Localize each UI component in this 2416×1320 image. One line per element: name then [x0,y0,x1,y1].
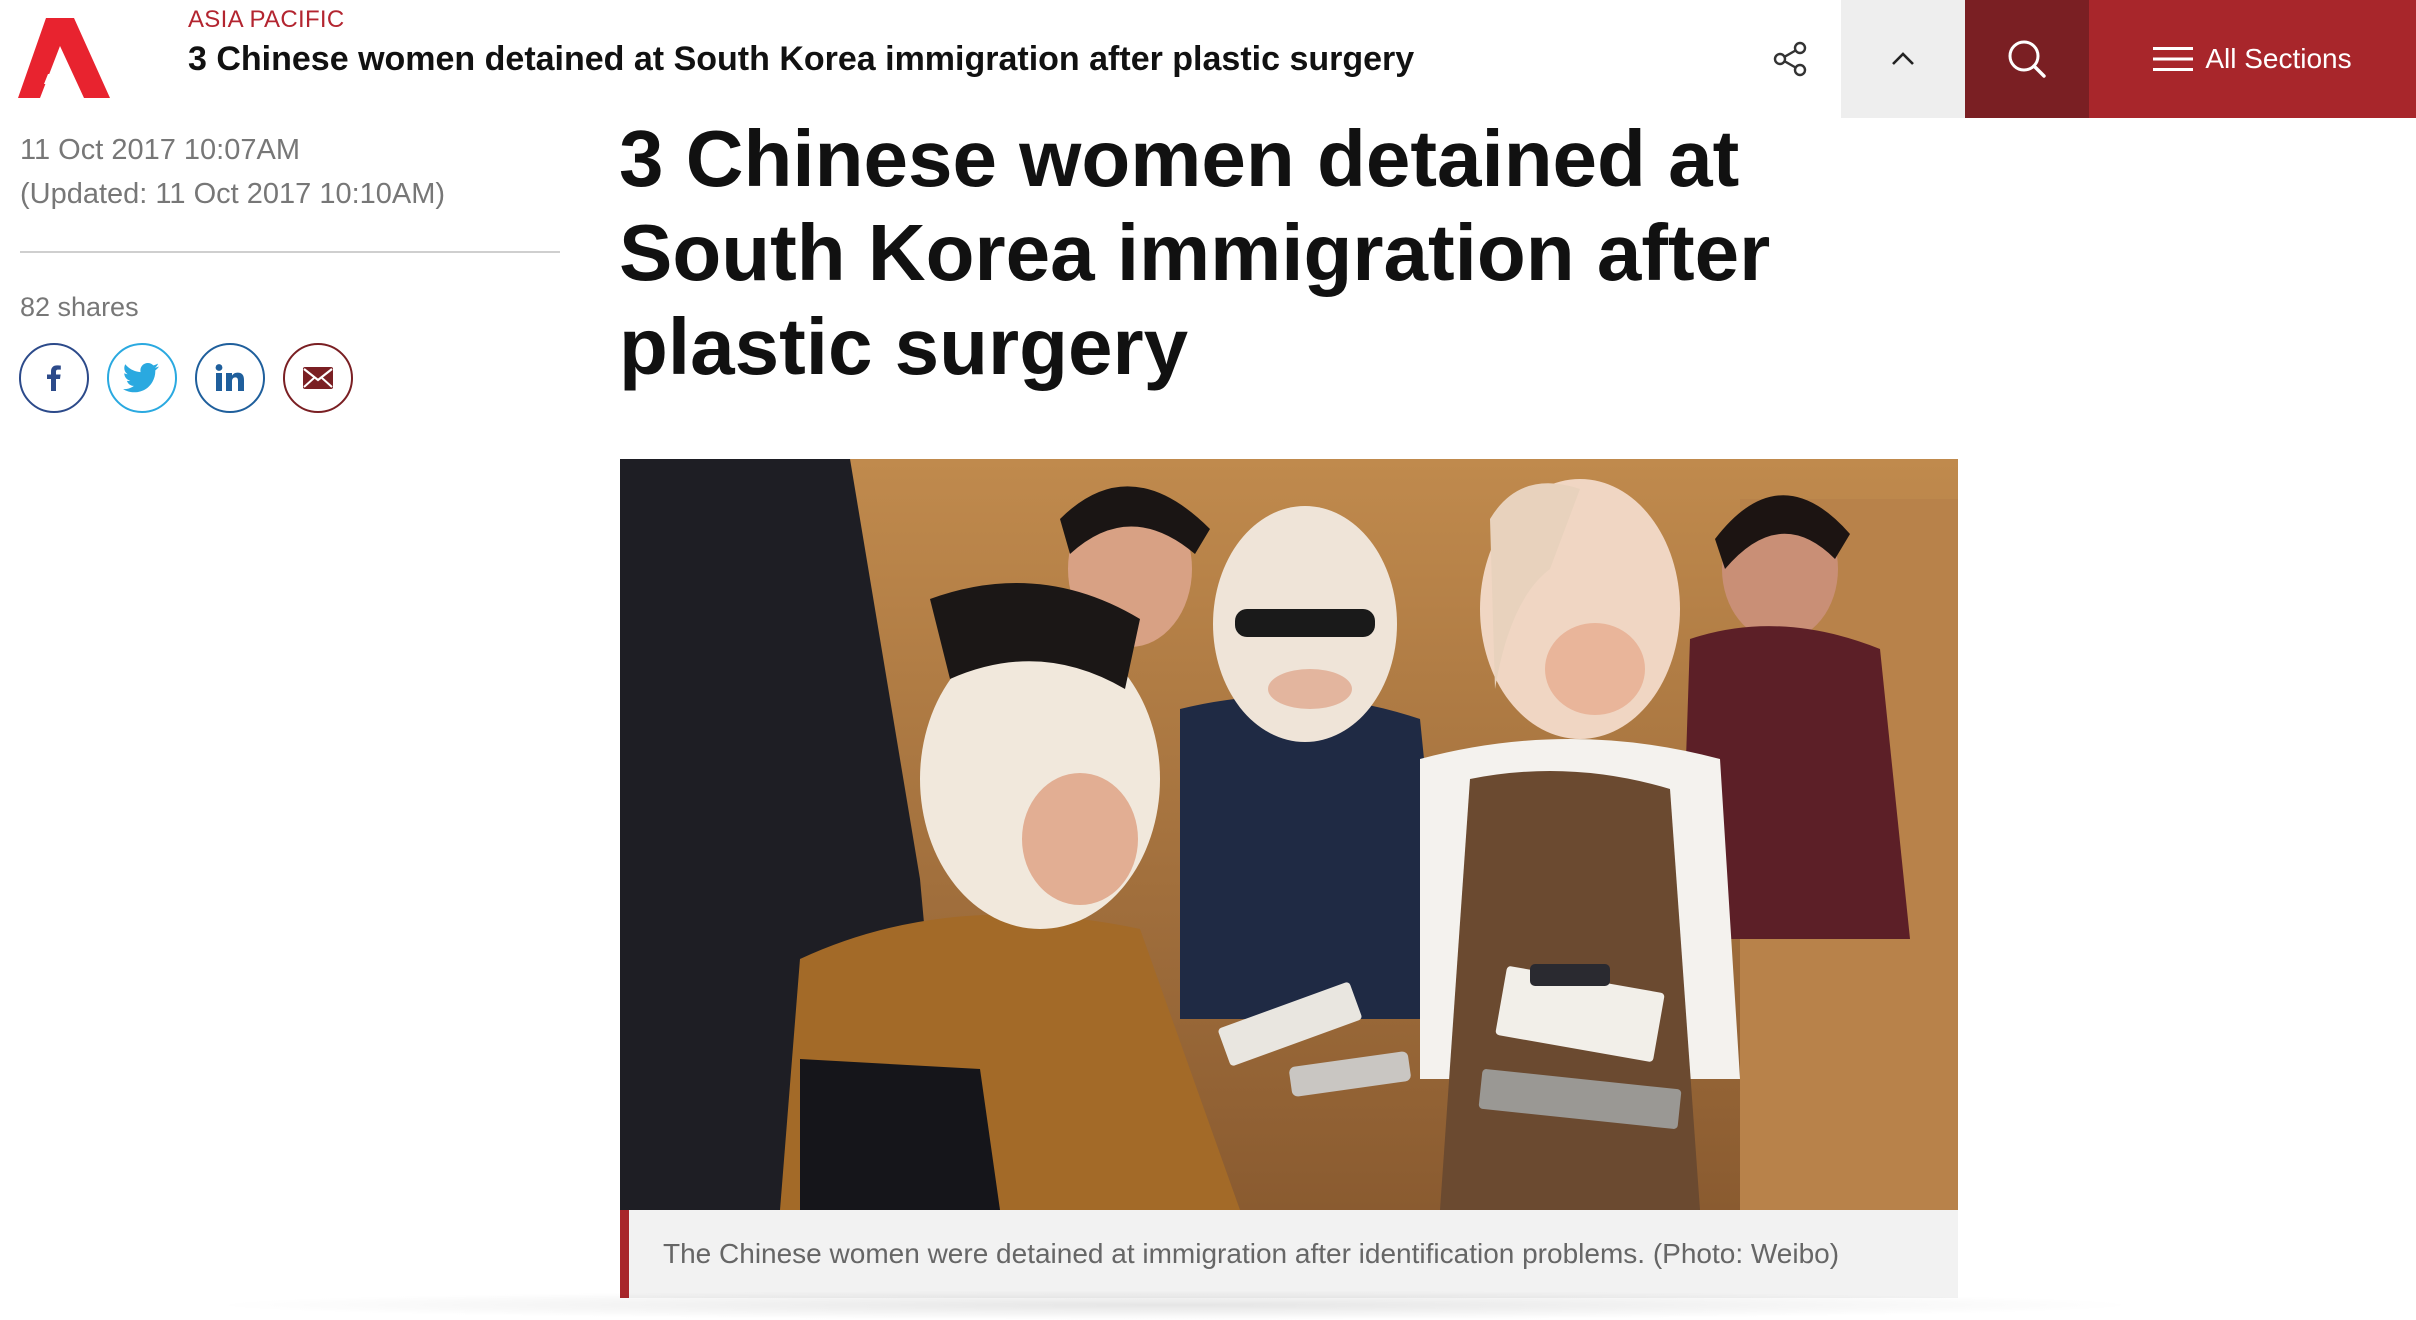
linkedin-share-button[interactable] [195,343,265,413]
chevron-up-icon [1892,52,1914,65]
logo-mark [18,18,110,98]
meta-divider [20,251,560,253]
email-icon [303,367,333,389]
header-article-title: 3 Chinese women detained at South Korea … [188,40,1415,78]
share-button[interactable] [1740,0,1840,118]
section-label[interactable]: ASIA PACIFIC [188,6,345,34]
article-photo-image [620,459,1958,1210]
article-meta: 11 Oct 2017 10:07AM (Updated: 11 Oct 201… [20,128,560,216]
channel-newsasia-logo[interactable] [18,18,110,98]
share-count: 82 shares [20,292,139,322]
updated-date: (Updated: 11 Oct 2017 10:10AM) [20,178,446,210]
all-sections-button[interactable]: All Sections [2089,0,2416,118]
facebook-icon [47,365,61,391]
search-icon [2008,40,2046,78]
hamburger-menu-icon [2153,47,2194,71]
all-sections-label: All Sections [2205,43,2352,74]
facebook-share-button[interactable] [19,343,89,413]
scroll-up-button[interactable] [1841,0,1965,118]
site-header: ASIA PACIFIC 3 Chinese women detained at… [0,0,2416,118]
twitter-icon [123,363,159,393]
published-date: 11 Oct 2017 10:07AM [20,134,300,166]
article-title: 3 Chinese women detained at South Korea … [619,114,1771,391]
email-share-button[interactable] [283,343,353,413]
bottom-shadow [200,1290,2150,1320]
article-photo[interactable] [620,459,1958,1210]
linkedin-icon [215,364,244,391]
twitter-share-button[interactable] [107,343,177,413]
share-icon [1773,41,1807,77]
search-button[interactable] [1965,0,2089,118]
photo-caption: The Chinese women were detained at immig… [620,1210,1958,1298]
